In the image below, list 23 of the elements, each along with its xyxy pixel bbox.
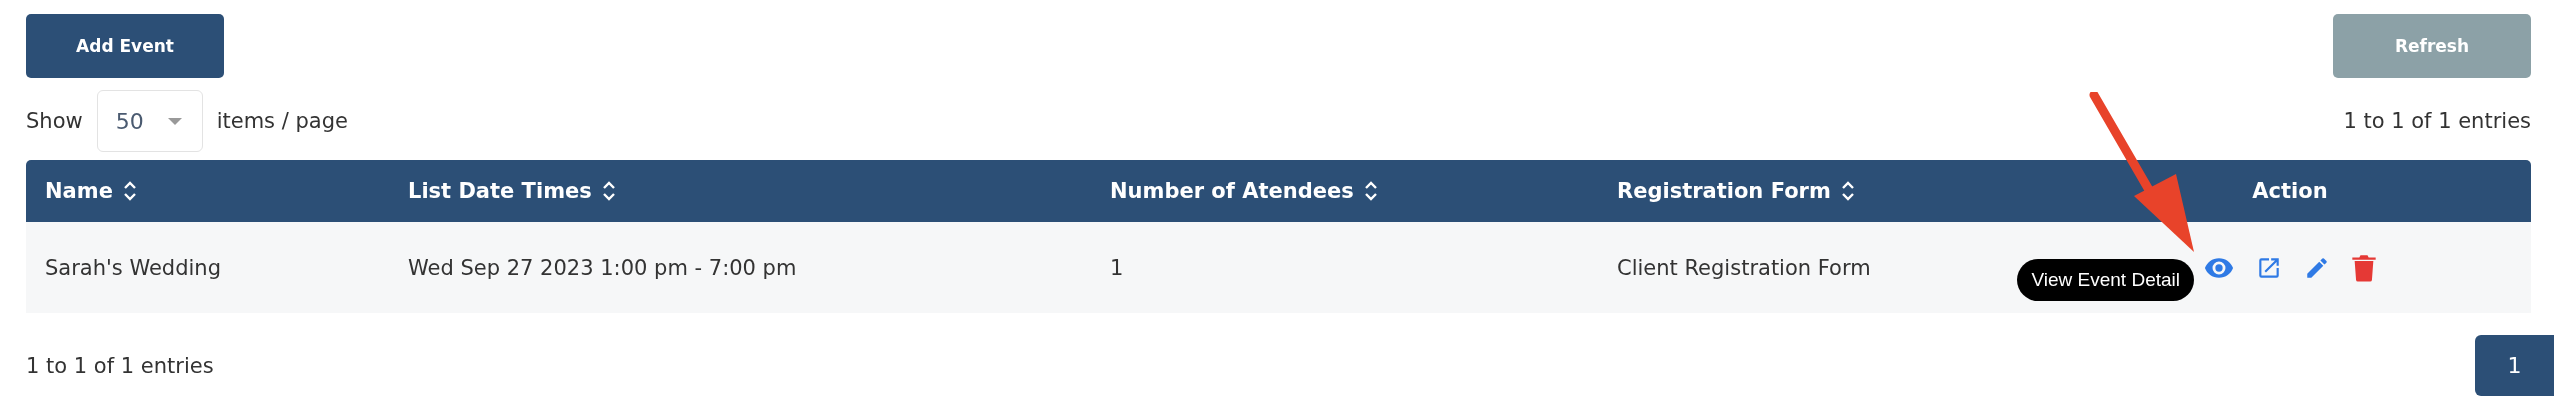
sort-icon[interactable] [601,180,616,202]
column-header[interactable]: Number of Atendees [1110,179,1354,203]
page-size-select[interactable]: 50 [96,90,203,152]
sort-icon[interactable] [122,180,137,202]
table-cell: Sarah's Wedding [45,255,221,280]
eye-icon[interactable] [2204,256,2234,279]
column-header: Action [2252,179,2328,203]
entries-count: 1 to 1 of 1 entries [26,353,214,378]
add-event-button[interactable]: Add Event [26,14,224,78]
items-per-page-label: items / page [216,109,348,133]
show-label: Show [26,109,83,133]
page-button[interactable]: 1 [2475,335,2554,396]
table-cell: 1 [1110,255,1124,280]
table-cell: Wed Sep 27 2023 1:00 pm - 7:00 pm [408,255,797,280]
column-header[interactable]: Name [45,179,113,203]
entries-count: 1 to 1 of 1 entries [2343,109,2531,133]
sort-icon[interactable] [1363,180,1378,202]
tooltip: View Event Detail [2017,258,2194,301]
column-header[interactable]: Registration Form [1617,179,1831,203]
trash-icon[interactable] [2352,253,2376,282]
table-cell: Client Registration Form [1617,255,1871,280]
column-header[interactable]: List Date Times [408,179,592,203]
sort-icon[interactable] [1840,180,1855,202]
